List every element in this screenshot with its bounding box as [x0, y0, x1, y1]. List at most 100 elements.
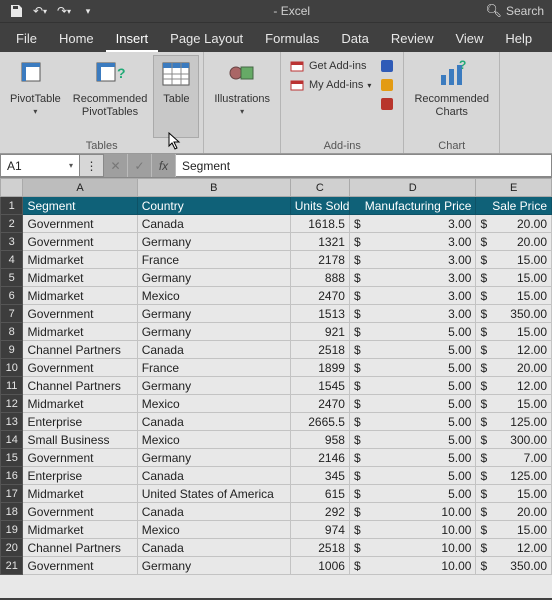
cell[interactable]: $20.00 [476, 215, 552, 233]
row-header[interactable]: 20 [1, 539, 23, 557]
cell[interactable]: France [137, 359, 290, 377]
undo-icon[interactable]: ↶▾ [30, 1, 50, 21]
cell[interactable]: $15.00 [476, 269, 552, 287]
cell[interactable]: 888 [290, 269, 349, 287]
cell[interactable]: $5.00 [349, 467, 476, 485]
cell[interactable]: Mexico [137, 287, 290, 305]
cell[interactable]: Germany [137, 557, 290, 575]
cell[interactable]: Germany [137, 305, 290, 323]
cell[interactable]: Channel Partners [23, 377, 137, 395]
tab-formulas[interactable]: Formulas [255, 25, 329, 52]
cell[interactable]: Canada [137, 467, 290, 485]
cell[interactable]: $5.00 [349, 395, 476, 413]
row-header[interactable]: 21 [1, 557, 23, 575]
tab-data[interactable]: Data [331, 25, 378, 52]
name-box-expand[interactable]: ⋮ [80, 154, 104, 177]
cell[interactable]: $20.00 [476, 503, 552, 521]
cell[interactable]: Germany [137, 377, 290, 395]
cell[interactable]: 2518 [290, 341, 349, 359]
cell[interactable]: Government [23, 557, 137, 575]
row-header[interactable]: 2 [1, 215, 23, 233]
cell[interactable]: $3.00 [349, 233, 476, 251]
visio-addin-button[interactable] [379, 58, 395, 74]
cell[interactable]: Government [23, 359, 137, 377]
cell[interactable]: Enterprise [23, 413, 137, 431]
cell[interactable]: Channel Partners [23, 539, 137, 557]
formula-input[interactable]: Segment [176, 154, 552, 177]
column-header-E[interactable]: E [476, 179, 552, 197]
cell[interactable]: 2470 [290, 287, 349, 305]
search-box[interactable]: 🔍︎ Search [485, 3, 552, 19]
cell[interactable]: Canada [137, 215, 290, 233]
cell[interactable]: $5.00 [349, 377, 476, 395]
select-all-corner[interactable] [1, 179, 23, 197]
cell[interactable]: Midmarket [23, 251, 137, 269]
cell[interactable]: $15.00 [476, 485, 552, 503]
cell[interactable]: 1006 [290, 557, 349, 575]
cell[interactable]: 292 [290, 503, 349, 521]
row-header[interactable]: 11 [1, 377, 23, 395]
row-header[interactable]: 10 [1, 359, 23, 377]
row-header[interactable]: 12 [1, 395, 23, 413]
cell[interactable]: Germany [137, 233, 290, 251]
cell[interactable]: $10.00 [349, 503, 476, 521]
cell[interactable]: $3.00 [349, 269, 476, 287]
row-header[interactable]: 15 [1, 449, 23, 467]
cell[interactable]: 2518 [290, 539, 349, 557]
cell[interactable]: 1545 [290, 377, 349, 395]
cell[interactable]: 1321 [290, 233, 349, 251]
tab-file[interactable]: File [6, 25, 47, 52]
row-header[interactable]: 17 [1, 485, 23, 503]
recommended-pivottables-button[interactable]: ?RecommendedPivotTables [67, 55, 154, 138]
cell[interactable]: $15.00 [476, 521, 552, 539]
cell[interactable]: Canada [137, 503, 290, 521]
cell[interactable]: Enterprise [23, 467, 137, 485]
cell[interactable]: 958 [290, 431, 349, 449]
header-cell[interactable]: Units Sold [290, 197, 349, 215]
name-box[interactable]: A1 ▾ [0, 154, 80, 177]
cell[interactable]: Midmarket [23, 485, 137, 503]
cell[interactable]: $5.00 [349, 413, 476, 431]
header-cell[interactable]: Country [137, 197, 290, 215]
tab-page-layout[interactable]: Page Layout [160, 25, 253, 52]
cell[interactable]: $12.00 [476, 377, 552, 395]
cell[interactable]: Midmarket [23, 521, 137, 539]
cell[interactable]: Government [23, 449, 137, 467]
cell[interactable]: $3.00 [349, 305, 476, 323]
row-header[interactable]: 5 [1, 269, 23, 287]
cell[interactable]: 2178 [290, 251, 349, 269]
column-header-A[interactable]: A [23, 179, 137, 197]
cell[interactable]: Canada [137, 413, 290, 431]
tab-view[interactable]: View [445, 25, 493, 52]
cell[interactable]: $5.00 [349, 485, 476, 503]
cell[interactable]: 1513 [290, 305, 349, 323]
bing-addin-button[interactable] [379, 77, 395, 93]
cell[interactable]: 615 [290, 485, 349, 503]
cell[interactable]: Midmarket [23, 323, 137, 341]
cell[interactable]: Government [23, 305, 137, 323]
cell[interactable]: $125.00 [476, 413, 552, 431]
cell[interactable]: 345 [290, 467, 349, 485]
cell[interactable]: $15.00 [476, 251, 552, 269]
cell[interactable]: Mexico [137, 521, 290, 539]
row-header[interactable]: 6 [1, 287, 23, 305]
column-header-C[interactable]: C [290, 179, 349, 197]
row-header[interactable]: 3 [1, 233, 23, 251]
row-header[interactable]: 8 [1, 323, 23, 341]
recommended-charts-button[interactable]: ?RecommendedCharts [408, 55, 495, 138]
column-header-D[interactable]: D [349, 179, 476, 197]
cell[interactable]: Germany [137, 269, 290, 287]
row-header[interactable]: 13 [1, 413, 23, 431]
cell[interactable]: 2470 [290, 395, 349, 413]
qat-customize-icon[interactable]: ▾ [78, 1, 98, 21]
cell[interactable]: 1618.5 [290, 215, 349, 233]
cell[interactable]: $10.00 [349, 557, 476, 575]
cell[interactable]: $20.00 [476, 233, 552, 251]
cell[interactable]: $12.00 [476, 539, 552, 557]
header-cell[interactable]: Sale Price [476, 197, 552, 215]
cell[interactable]: Midmarket [23, 395, 137, 413]
fx-icon[interactable]: fx [152, 154, 176, 177]
cell[interactable]: $3.00 [349, 215, 476, 233]
cell[interactable]: Germany [137, 449, 290, 467]
save-icon[interactable] [6, 1, 26, 21]
